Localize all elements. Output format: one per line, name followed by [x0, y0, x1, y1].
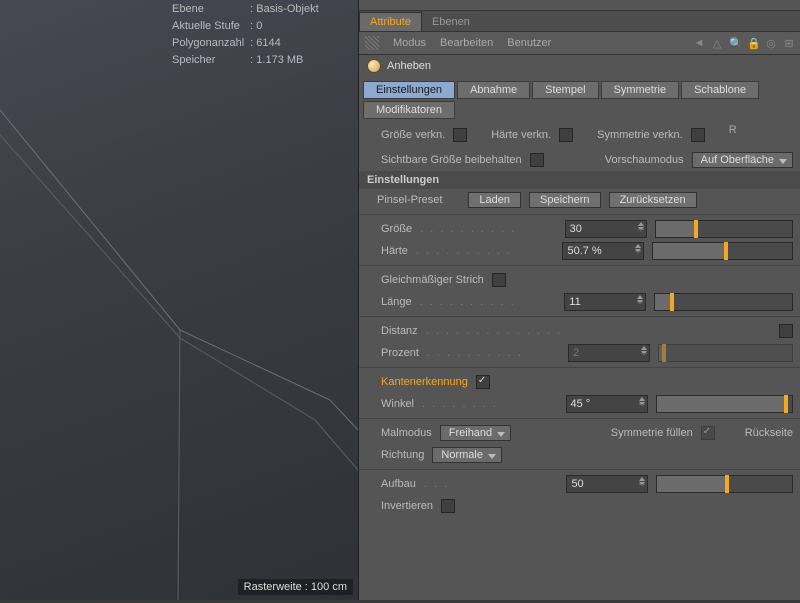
link-hardness-checkbox[interactable] — [559, 128, 573, 142]
link-symmetry-label: Symmetrie verkn. — [597, 129, 683, 141]
symmetry-fill-label: Symmetrie füllen — [611, 427, 693, 439]
target-icon[interactable]: ◎ — [765, 37, 777, 50]
paint-mode-label: Malmodus — [381, 427, 432, 439]
hatch-icon[interactable] — [365, 36, 379, 50]
backface-label: Rückseite — [745, 427, 793, 439]
dots: . . . . . . . . . . — [420, 223, 556, 235]
search-icon[interactable]: 🔍 — [729, 37, 741, 50]
link-r-label: R — [729, 124, 737, 146]
preview-mode-label: Vorschaumodus — [605, 154, 684, 166]
angle-label: Winkel — [381, 398, 414, 410]
preset-reset-button[interactable]: Zurücksetzen — [609, 192, 697, 208]
distance-label: Distanz — [381, 325, 418, 337]
lock-icon[interactable]: 🔒 — [747, 37, 759, 50]
subtab-abnahme[interactable]: Abnahme — [457, 81, 530, 99]
angle-slider[interactable] — [656, 395, 794, 413]
nav-back-icon[interactable]: ◄ — [693, 37, 705, 49]
symmetry-fill-checkbox — [701, 426, 715, 440]
edge-detection-label: Kantenerkennung — [381, 376, 468, 388]
steady-stroke-label: Gleichmäßiger Strich — [381, 274, 484, 286]
tab-attribute[interactable]: Attribute — [359, 12, 422, 31]
menu-benutzer[interactable]: Benutzer — [507, 37, 551, 49]
preset-label: Pinsel-Preset — [377, 194, 442, 206]
keep-visible-size-label: Sichtbare Größe beibehalten — [381, 154, 522, 166]
distance-checkbox[interactable] — [779, 324, 793, 338]
subtab-schablone[interactable]: Schablone — [681, 81, 759, 99]
length-input[interactable]: 11 — [564, 293, 646, 311]
menu-modus[interactable]: Modus — [393, 37, 426, 49]
paint-mode-dropdown[interactable]: Freihand — [440, 425, 511, 441]
menu-bearbeiten[interactable]: Bearbeiten — [440, 37, 493, 49]
size-input[interactable]: 30 — [565, 220, 647, 238]
viewport[interactable]: Ebene: Basis-Objekt Aktuelle Stufe: 0 Po… — [0, 0, 358, 600]
size-slider[interactable] — [655, 220, 793, 238]
tool-name: Anheben — [387, 60, 431, 72]
tab-ebenen[interactable]: Ebenen — [422, 12, 480, 31]
subtab-modifikatoren[interactable]: Modifikatoren — [363, 101, 455, 119]
size-label: Größe — [381, 223, 412, 235]
keep-visible-size-checkbox[interactable] — [530, 153, 544, 167]
link-size-checkbox[interactable] — [453, 128, 467, 142]
length-slider[interactable] — [654, 293, 793, 311]
subtab-stempel[interactable]: Stempel — [532, 81, 598, 99]
attribute-panel: Attribute Ebenen Modus Bearbeiten Benutz… — [358, 0, 800, 600]
nav-up-icon[interactable]: △ — [711, 37, 723, 50]
percent-slider — [658, 344, 793, 362]
tool-brush-icon — [367, 59, 381, 73]
link-hardness-label: Härte verkn. — [491, 129, 551, 141]
angle-input[interactable]: 45 ° — [566, 395, 648, 413]
preset-load-button[interactable]: Laden — [468, 192, 521, 208]
direction-dropdown[interactable]: Normale — [432, 447, 502, 463]
buildup-slider[interactable] — [656, 475, 793, 493]
steady-stroke-checkbox[interactable] — [492, 273, 506, 287]
link-size-label: Größe verkn. — [381, 129, 445, 141]
direction-label: Richtung — [381, 449, 424, 461]
object-info: Ebene: Basis-Objekt Aktuelle Stufe: 0 Po… — [170, 0, 325, 70]
viewport-mesh — [0, 100, 358, 600]
edge-detection-checkbox[interactable] — [476, 375, 490, 389]
invert-checkbox[interactable] — [441, 499, 455, 513]
buildup-input[interactable]: 50 — [566, 475, 648, 493]
hardness-input[interactable]: 50.7 % — [562, 242, 644, 260]
hardness-slider[interactable] — [652, 242, 793, 260]
preview-mode-dropdown[interactable]: Auf Oberfläche — [692, 152, 793, 168]
preset-save-button[interactable]: Speichern — [529, 192, 601, 208]
percent-label: Prozent — [381, 347, 419, 359]
buildup-label: Aufbau — [381, 478, 416, 490]
grid-step-label: Rasterweite : 100 cm — [238, 579, 353, 595]
invert-label: Invertieren — [381, 500, 433, 512]
hardness-label: Härte — [381, 245, 408, 257]
add-icon[interactable]: ⊞ — [783, 37, 795, 50]
length-label: Länge — [381, 296, 412, 308]
link-symmetry-checkbox[interactable] — [691, 128, 705, 142]
subtab-einstellungen[interactable]: Einstellungen — [363, 81, 455, 99]
percent-input: 2 — [568, 344, 650, 362]
section-einstellungen: Einstellungen — [359, 171, 800, 189]
subtab-symmetrie[interactable]: Symmetrie — [601, 81, 680, 99]
